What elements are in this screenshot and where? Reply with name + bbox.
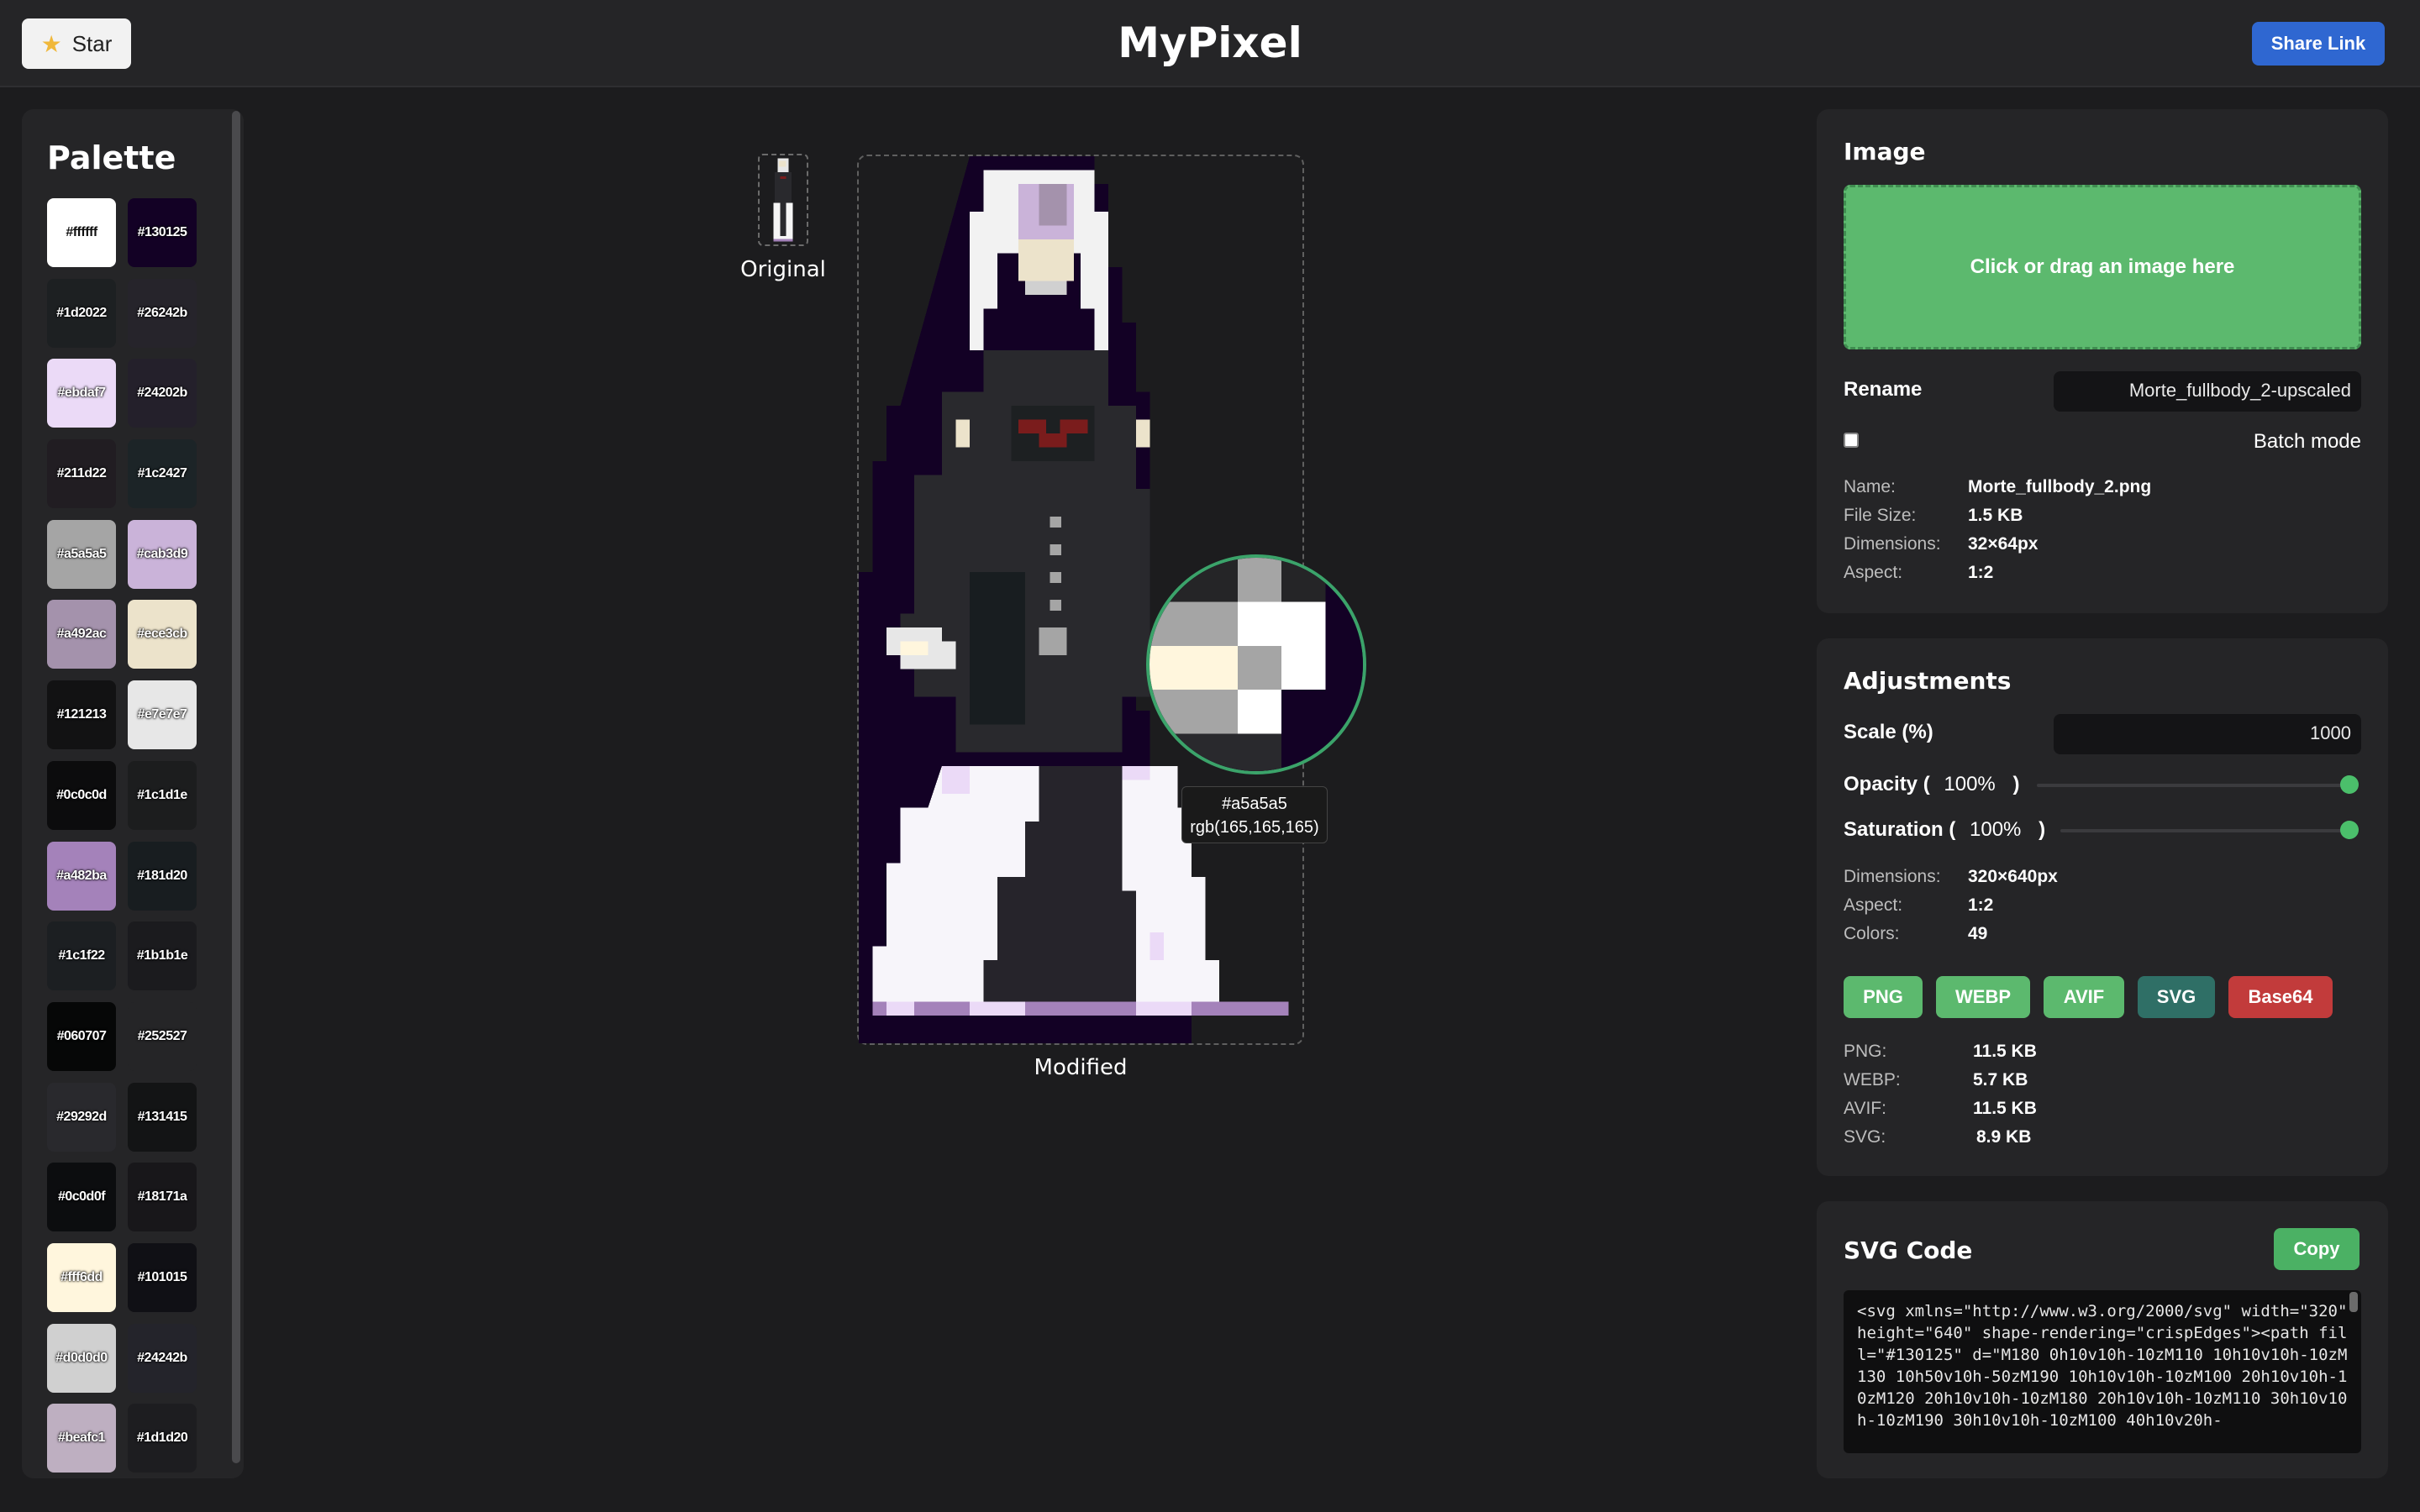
- size-webp-value: 5.7 KB: [1973, 1070, 2028, 1089]
- palette-swatch[interactable]: #18171a: [128, 1163, 197, 1232]
- palette-swatch[interactable]: #252527: [128, 1001, 197, 1071]
- image-card: Image Click or drag an image here Rename…: [1817, 109, 2388, 613]
- image-card-title: Image: [1844, 138, 1926, 165]
- rename-label: Rename: [1844, 378, 1923, 401]
- batch-mode-label: Batch mode: [2253, 430, 2361, 453]
- base64-button[interactable]: Base64: [2228, 976, 2333, 1018]
- palette-swatch[interactable]: #0c0c0d: [47, 760, 116, 830]
- size-avif-key: AVIF:: [1844, 1099, 1886, 1118]
- size-png-key: PNG:: [1844, 1042, 1887, 1061]
- palette-swatch[interactable]: #1c2427: [128, 439, 197, 509]
- adj-colors-value: 49: [1968, 924, 1988, 943]
- tooltip-rgb: rgb(165,165,165): [1190, 818, 1319, 837]
- saturation-slider-thumb[interactable]: [2340, 821, 2359, 839]
- share-link-button[interactable]: Share Link: [2252, 22, 2385, 66]
- palette-swatch[interactable]: #130125: [128, 198, 197, 267]
- avif-button[interactable]: AVIF: [2044, 976, 2124, 1018]
- info-dims-value: 32×64px: [1968, 534, 2039, 554]
- adj-dims-value: 320×640px: [1968, 867, 2058, 886]
- adjustments-card: Adjustments Scale (%) 1000 Opacity ( 100…: [1817, 638, 2388, 1176]
- palette-swatch[interactable]: #1c1d1e: [128, 760, 197, 830]
- size-svg-key: SVG:: [1844, 1127, 1886, 1147]
- image-dropzone[interactable]: Click or drag an image here: [1844, 185, 2361, 349]
- size-png-value: 11.5 KB: [1973, 1042, 2037, 1061]
- info-name-value: Morte_fullbody_2.png: [1968, 477, 2152, 496]
- adj-aspect-key: Aspect:: [1844, 895, 1903, 915]
- opacity-slider-thumb[interactable]: [2340, 775, 2359, 794]
- palette-swatch[interactable]: #24242b: [128, 1323, 197, 1393]
- color-tooltip: #a5a5a5 rgb(165,165,165): [1181, 786, 1328, 843]
- opacity-value: 100%: [1944, 773, 1996, 795]
- svg-code-title: SVG Code: [1844, 1236, 1973, 1264]
- svg-code-textarea[interactable]: <svg xmlns="http://www.w3.org/2000/svg" …: [1844, 1290, 2361, 1453]
- info-size-value: 1.5 KB: [1968, 506, 2023, 525]
- info-size-key: File Size:: [1844, 506, 1917, 525]
- palette-swatch[interactable]: #121213: [47, 680, 116, 750]
- modified-label: Modified: [1034, 1055, 1128, 1080]
- palette-swatch[interactable]: #1b1b1e: [128, 921, 197, 991]
- opacity-label: Opacity ( 100% ): [1844, 773, 2020, 795]
- size-webp-key: WEBP:: [1844, 1070, 1901, 1089]
- size-svg-value: 8.9 KB: [1976, 1127, 2032, 1147]
- info-aspect-key: Aspect:: [1844, 563, 1903, 582]
- tooltip-hex: #a5a5a5: [1222, 795, 1287, 813]
- palette-scrollbar[interactable]: [232, 111, 240, 1463]
- pixel-magnifier: [1146, 554, 1366, 774]
- palette-swatch[interactable]: #0c0d0f: [47, 1163, 116, 1232]
- palette-swatch[interactable]: #ffffff: [47, 198, 116, 267]
- saturation-label: Saturation ( 100% ): [1844, 818, 2046, 841]
- scale-label: Scale (%): [1844, 721, 1933, 743]
- palette-panel: Palette #ffffff #130125 #1d2022 #26242b #ebd…: [22, 109, 244, 1478]
- info-dims-key: Dimensions:: [1844, 534, 1941, 554]
- saturation-slider[interactable]: [2060, 829, 2349, 832]
- palette-swatch[interactable]: #060707: [47, 1001, 116, 1071]
- palette-swatch[interactable]: #ebdaf7: [47, 359, 116, 428]
- adj-aspect-value: 1:2: [1968, 895, 1994, 915]
- palette-swatch[interactable]: #fff6dd: [47, 1242, 116, 1312]
- code-scrollbar[interactable]: [2349, 1292, 2358, 1312]
- rename-input[interactable]: Morte_fullbody_2-upscaled: [2054, 371, 2361, 412]
- batch-mode-checkbox[interactable]: [1844, 433, 1859, 448]
- size-avif-value: 11.5 KB: [1973, 1099, 2037, 1118]
- opacity-slider[interactable]: [2037, 784, 2349, 787]
- svg-button[interactable]: SVG: [2138, 976, 2215, 1018]
- adjustments-title: Adjustments: [1844, 667, 2012, 695]
- palette-swatch[interactable]: #1d2022: [47, 278, 116, 348]
- original-label: Original: [740, 257, 826, 282]
- original-thumbnail[interactable]: [758, 154, 808, 246]
- palette-swatch[interactable]: #a5a5a5: [47, 519, 116, 589]
- palette-swatch[interactable]: #a492ac: [47, 600, 116, 669]
- palette-swatch[interactable]: #d0d0d0: [47, 1323, 116, 1393]
- adj-dims-key: Dimensions:: [1844, 867, 1941, 886]
- scale-input[interactable]: 1000: [2054, 714, 2361, 754]
- original-sprite: [773, 158, 793, 242]
- palette-swatch[interactable]: #26242b: [128, 278, 197, 348]
- palette-swatch[interactable]: #101015: [128, 1242, 197, 1312]
- webp-button[interactable]: WEBP: [1936, 976, 2030, 1018]
- palette-swatch[interactable]: #beafc1: [47, 1404, 116, 1473]
- png-button[interactable]: PNG: [1844, 976, 1923, 1018]
- app-header: ★ Star MyPixel Share Link: [0, 0, 2420, 87]
- palette-swatch[interactable]: #1d1d20: [128, 1404, 197, 1473]
- palette-swatch[interactable]: #211d22: [47, 439, 116, 509]
- palette-swatch[interactable]: #a482ba: [47, 841, 116, 911]
- saturation-value: 100%: [1970, 818, 2022, 841]
- palette-swatch[interactable]: #29292d: [47, 1082, 116, 1152]
- palette-swatch[interactable]: #24202b: [128, 359, 197, 428]
- palette-grid: #ffffff #130125 #1d2022 #26242b #ebdaf7 #2420…: [47, 198, 207, 1473]
- palette-swatch[interactable]: #e7e7e7: [128, 680, 197, 750]
- palette-swatch[interactable]: #1c1f22: [47, 921, 116, 991]
- magnifier-zoom: [1150, 558, 1363, 771]
- palette-title: Palette: [47, 139, 176, 176]
- palette-swatch[interactable]: #131415: [128, 1082, 197, 1152]
- info-aspect-value: 1:2: [1968, 563, 1994, 582]
- app-title: MyPixel: [1118, 18, 1302, 67]
- info-name-key: Name:: [1844, 477, 1896, 496]
- copy-button[interactable]: Copy: [2274, 1228, 2360, 1270]
- palette-swatch[interactable]: #181d20: [128, 841, 197, 911]
- palette-swatch[interactable]: #cab3d9: [128, 519, 197, 589]
- palette-swatch[interactable]: #ece3cb: [128, 600, 197, 669]
- adj-colors-key: Colors:: [1844, 924, 1900, 943]
